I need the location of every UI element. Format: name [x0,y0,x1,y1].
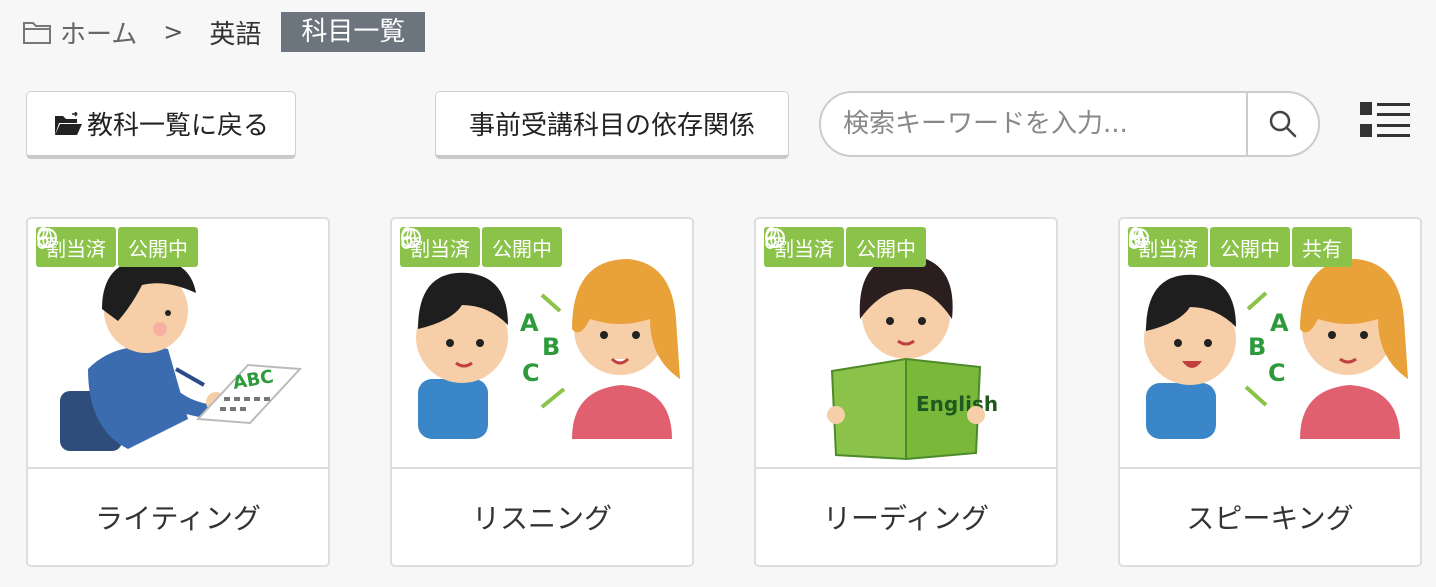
shared-badge: 共有 [1129,227,1352,267]
breadcrumb-current: 科目一覧 [281,12,426,52]
search-button[interactable] [1246,93,1318,155]
search-icon [1269,110,1297,138]
course-thumbnail: English 割当済 公開中 [756,219,1056,469]
shared-badge-label: 共有 [1302,236,1342,261]
lock-icon [1129,228,1145,248]
course-card-writing[interactable]: ABC 割当済 公開中 ライティング [26,217,330,567]
course-thumbnail: A B C 割当済 公開中 共有 [1120,219,1420,469]
breadcrumb-home-label: ホーム [60,19,138,50]
course-title[interactable]: スピーキング [1120,469,1420,565]
prerequisite-dependencies-label: 事前受講科目の依存関係 [468,110,755,140]
folder-open-icon [54,111,82,135]
public-badge-label: 公開中 [1220,236,1280,261]
course-thumbnail: ABC 割当済 公開中 [28,219,328,469]
prerequisite-dependencies-button[interactable]: 事前受講科目の依存関係 [435,91,789,159]
letter-b: B [542,333,560,361]
public-badge: 公開中 [765,227,926,267]
globe-icon [37,228,57,248]
course-card-reading[interactable]: English 割当済 公開中 リーディング [754,217,1058,567]
breadcrumb-separator: > [163,18,184,46]
book-english-label: English [916,392,998,416]
course-badges: 割当済 公開中 [400,227,690,267]
folder-icon [23,22,51,44]
breadcrumb-subject-link[interactable]: 英語 [209,14,261,51]
search-input[interactable] [821,93,1246,155]
course-thumbnail: A B C 割当済 公開中 [392,219,692,469]
globe-icon [401,228,421,248]
letter-a: A [520,309,539,337]
public-badge-label: 公開中 [128,236,188,261]
course-badges: 割当済 公開中 [764,227,1054,267]
letter-c: C [522,359,540,387]
course-card-speaking[interactable]: A B C 割当済 公開中 共有 スピーキング [1118,217,1422,567]
course-badges: 割当済 公開中 共有 [1128,227,1418,267]
public-badge-label: 公開中 [856,236,916,261]
breadcrumb: ホーム > 英語 科目一覧 [22,12,426,52]
letter-b: B [1248,333,1266,361]
letter-c: C [1268,359,1286,387]
public-badge-label: 公開中 [492,236,552,261]
course-title[interactable]: リスニング [392,469,692,565]
course-title[interactable]: ライティング [28,469,328,565]
globe-icon [765,228,785,248]
back-to-subjects-button[interactable]: 教科一覧に戻る [26,91,296,159]
search-box [819,91,1320,157]
public-badge: 公開中 [401,227,562,267]
public-badge: 公開中 [1129,227,1290,267]
course-badges: 割当済 公開中 [36,227,326,267]
back-to-subjects-label: 教科一覧に戻る [86,110,269,140]
public-badge: 公開中 [37,227,198,267]
course-title[interactable]: リーディング [756,469,1056,565]
breadcrumb-home-link[interactable]: ホーム [22,14,137,51]
course-card-listening[interactable]: A B C 割当済 公開中 リスニング [390,217,694,567]
list-view-icon [1360,102,1410,137]
letter-a: A [1270,309,1289,337]
list-view-toggle[interactable] [1360,102,1410,138]
